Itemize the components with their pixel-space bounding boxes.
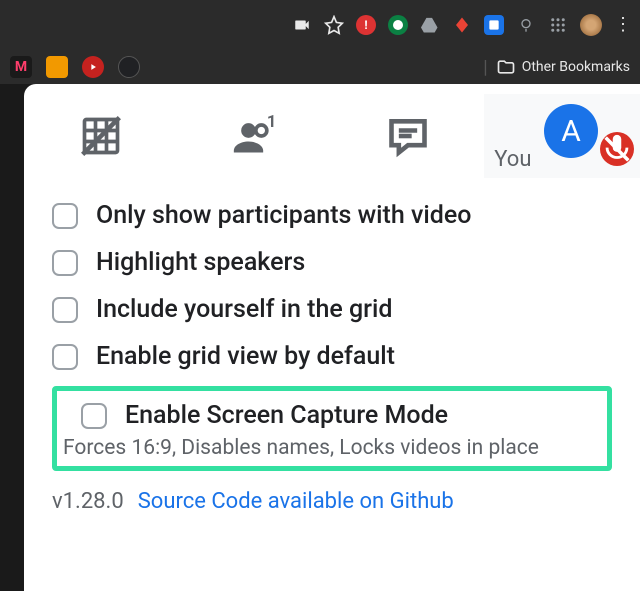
profile-avatar-icon[interactable] xyxy=(580,14,602,36)
source-code-link[interactable]: Source Code available on Github xyxy=(138,489,454,514)
extension-icon-3[interactable] xyxy=(452,15,472,35)
option-label: Enable grid view by default xyxy=(96,342,395,371)
option-include-yourself[interactable]: Include yourself in the grid xyxy=(52,286,612,333)
star-icon[interactable] xyxy=(324,15,344,35)
popup-footer: v1.28.0 Source Code available on Github xyxy=(24,471,640,514)
checkbox[interactable] xyxy=(52,297,78,323)
apps-grid-icon[interactable] xyxy=(548,15,568,35)
self-tile-label: You xyxy=(494,147,531,172)
pinned-extension-3[interactable] xyxy=(82,56,104,78)
extension-icon-4[interactable] xyxy=(484,15,504,35)
version-label: v1.28.0 xyxy=(52,489,124,514)
option-label: Highlight speakers xyxy=(96,248,305,277)
separator-icon: | xyxy=(483,57,487,78)
pinned-extension-1[interactable]: M xyxy=(10,56,32,78)
self-video-tile[interactable]: You A xyxy=(484,94,640,178)
pinned-extension-2[interactable] xyxy=(46,56,68,78)
tab-chat[interactable] xyxy=(331,94,484,178)
extension-icon-2[interactable] xyxy=(388,15,408,35)
option-highlight-speakers[interactable]: Highlight speakers xyxy=(52,239,612,286)
highlighted-option-box: Enable Screen Capture Mode Forces 16:9, … xyxy=(52,386,612,471)
tab-row: 1 You A xyxy=(24,94,640,178)
bookmarks-folder[interactable]: | Other Bookmarks xyxy=(483,57,630,78)
pinned-extension-4[interactable] xyxy=(118,56,140,78)
options-list: Only show participants with video Highli… xyxy=(24,178,640,471)
option-enable-by-default[interactable]: Enable grid view by default xyxy=(52,333,612,380)
checkbox[interactable] xyxy=(52,344,78,370)
extension-popup: 1 You A Only show xyxy=(24,84,640,591)
tab-grid[interactable] xyxy=(24,94,177,178)
drive-icon[interactable] xyxy=(420,15,440,35)
checkbox[interactable] xyxy=(52,250,78,276)
checkbox[interactable] xyxy=(81,403,107,429)
option-only-video[interactable]: Only show participants with video xyxy=(52,192,612,239)
option-label: Enable Screen Capture Mode xyxy=(125,401,448,430)
bookmarks-label: Other Bookmarks xyxy=(522,59,630,75)
folder-icon xyxy=(496,57,516,77)
self-avatar: A xyxy=(544,104,598,158)
browser-toolbar: ! ⋮ xyxy=(0,0,640,50)
bulb-icon[interactable] xyxy=(516,15,536,35)
checkbox[interactable] xyxy=(52,203,78,229)
mic-muted-icon xyxy=(600,132,634,166)
camera-icon[interactable] xyxy=(292,15,312,35)
option-label: Include yourself in the grid xyxy=(96,295,392,324)
tab-people[interactable]: 1 xyxy=(177,94,330,178)
option-screen-capture[interactable]: Enable Screen Capture Mode xyxy=(81,399,601,434)
option-subtitle: Forces 16:9, Disables names, Locks video… xyxy=(63,436,601,460)
browser-secondary-bar: M | Other Bookmarks xyxy=(0,50,640,84)
option-label: Only show participants with video xyxy=(96,201,471,230)
browser-menu-icon[interactable]: ⋮ xyxy=(614,16,632,34)
extension-icon-1[interactable]: ! xyxy=(356,15,376,35)
svg-text:1: 1 xyxy=(267,114,276,132)
